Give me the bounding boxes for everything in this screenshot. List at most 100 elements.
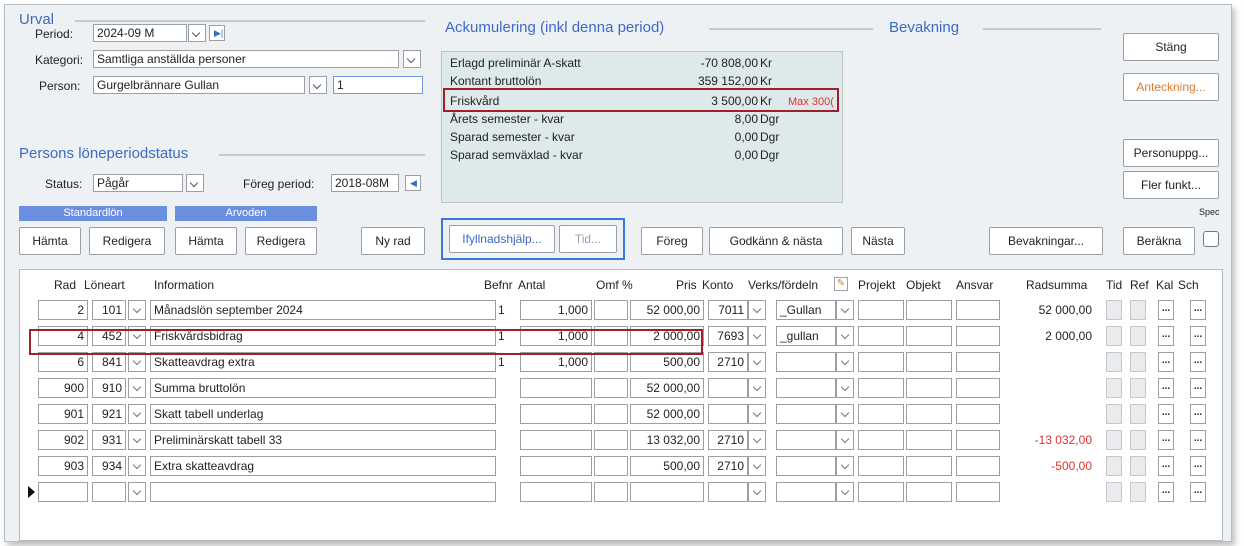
cell-tid-button[interactable] xyxy=(1106,378,1122,398)
cell-konto[interactable]: 7011 xyxy=(708,300,748,320)
cell-ansvar[interactable] xyxy=(956,404,1000,424)
cell-dropdown-chevron-icon[interactable] xyxy=(748,482,766,502)
cell-info[interactable]: Skatteavdrag extra xyxy=(150,352,496,372)
cell-tid-button[interactable] xyxy=(1106,352,1122,372)
cell-projekt[interactable] xyxy=(858,482,904,502)
status-select[interactable]: Pågår xyxy=(93,174,183,192)
cell-sch-more-button[interactable]: ... xyxy=(1190,430,1206,450)
cell-ref-button[interactable] xyxy=(1130,430,1146,450)
prev-period-back-icon[interactable]: ◀ xyxy=(405,175,421,191)
cell-pris[interactable] xyxy=(630,482,704,502)
cell-dropdown-chevron-icon[interactable] xyxy=(836,300,854,320)
cell-konto[interactable]: 2710 xyxy=(708,352,748,372)
cell-antal[interactable]: 1,000 xyxy=(520,326,592,346)
cell-ansvar[interactable] xyxy=(956,482,1000,502)
cell-verks[interactable] xyxy=(776,404,836,424)
cell-projekt[interactable] xyxy=(858,352,904,372)
cell-info[interactable] xyxy=(150,482,496,502)
cell-ansvar[interactable] xyxy=(956,326,1000,346)
cell-loneart[interactable]: 101 xyxy=(92,300,126,320)
col-loneart[interactable]: Löneart xyxy=(84,278,125,292)
kategori-dropdown-chevron-icon[interactable] xyxy=(403,50,421,68)
cell-omf[interactable] xyxy=(594,300,628,320)
cell-ref-button[interactable] xyxy=(1130,404,1146,424)
personuppg-button[interactable]: Personuppg... xyxy=(1123,139,1219,167)
prev-period-input[interactable]: 2018-08M xyxy=(331,174,399,192)
cell-info[interactable]: Summa bruttolön xyxy=(150,378,496,398)
cell-projekt[interactable] xyxy=(858,300,904,320)
cell-pris[interactable]: 500,00 xyxy=(630,352,704,372)
cell-pris[interactable]: 52 000,00 xyxy=(630,404,704,424)
foreg-button[interactable]: Föreg xyxy=(641,227,703,255)
cell-antal[interactable] xyxy=(520,482,592,502)
edit-pencil-icon[interactable]: ✎ xyxy=(834,277,848,291)
cell-ref-button[interactable] xyxy=(1130,482,1146,502)
period-select[interactable]: 2024-09 M xyxy=(93,24,187,42)
cell-dropdown-chevron-icon[interactable] xyxy=(128,352,146,372)
cell-verks[interactable] xyxy=(776,378,836,398)
cell-dropdown-chevron-icon[interactable] xyxy=(836,404,854,424)
cell-omf[interactable] xyxy=(594,326,628,346)
cell-dropdown-chevron-icon[interactable] xyxy=(128,300,146,320)
cell-antal[interactable]: 1,000 xyxy=(520,300,592,320)
cell-dropdown-chevron-icon[interactable] xyxy=(836,430,854,450)
cell-dropdown-chevron-icon[interactable] xyxy=(748,300,766,320)
cell-konto[interactable] xyxy=(708,378,748,398)
cell-dropdown-chevron-icon[interactable] xyxy=(128,482,146,502)
col-ref[interactable]: Ref xyxy=(1130,278,1149,292)
cell-dropdown-chevron-icon[interactable] xyxy=(748,404,766,424)
cell-pris[interactable]: 52 000,00 xyxy=(630,378,704,398)
tid-button[interactable]: Tid... xyxy=(559,225,617,253)
col-konto[interactable]: Konto xyxy=(702,278,733,292)
cell-objekt[interactable] xyxy=(906,404,952,424)
cell-konto[interactable]: 2710 xyxy=(708,430,748,450)
cell-ref-button[interactable] xyxy=(1130,378,1146,398)
bevakningar-button[interactable]: Bevakningar... xyxy=(989,227,1103,255)
cell-tid-button[interactable] xyxy=(1106,404,1122,424)
cell-sch-more-button[interactable]: ... xyxy=(1190,326,1206,346)
cell-projekt[interactable] xyxy=(858,404,904,424)
cell-ansvar[interactable] xyxy=(956,300,1000,320)
cell-sch-more-button[interactable]: ... xyxy=(1190,482,1206,502)
ifyllnadshjalp-button[interactable]: Ifyllnadshjälp... xyxy=(449,225,555,253)
cell-ansvar[interactable] xyxy=(956,456,1000,476)
cell-sch-more-button[interactable]: ... xyxy=(1190,404,1206,424)
cell-omf[interactable] xyxy=(594,404,628,424)
cell-loneart[interactable]: 841 xyxy=(92,352,126,372)
cell-dropdown-chevron-icon[interactable] xyxy=(748,352,766,372)
kategori-select[interactable]: Samtliga anställda personer xyxy=(93,50,399,68)
cell-sch-more-button[interactable]: ... xyxy=(1190,300,1206,320)
hamta-standardlon-button[interactable]: Hämta xyxy=(19,227,81,255)
cell-info[interactable]: Skatt tabell underlag xyxy=(150,404,496,424)
cell-projekt[interactable] xyxy=(858,326,904,346)
cell-omf[interactable] xyxy=(594,482,628,502)
cell-omf[interactable] xyxy=(594,430,628,450)
cell-tid-button[interactable] xyxy=(1106,326,1122,346)
col-rad[interactable]: Rad xyxy=(54,278,76,292)
status-dropdown-chevron-icon[interactable] xyxy=(186,174,204,192)
cell-dropdown-chevron-icon[interactable] xyxy=(748,378,766,398)
cell-pris[interactable]: 13 032,00 xyxy=(630,430,704,450)
cell-ref-button[interactable] xyxy=(1130,326,1146,346)
nasta-button[interactable]: Nästa xyxy=(851,227,905,255)
cell-loneart[interactable] xyxy=(92,482,126,502)
col-information[interactable]: Information xyxy=(154,278,214,292)
period-dropdown-chevron-icon[interactable] xyxy=(188,24,206,42)
cell-kal-more-button[interactable]: ... xyxy=(1158,404,1174,424)
cell-tid-button[interactable] xyxy=(1106,456,1122,476)
cell-verks[interactable] xyxy=(776,352,836,372)
cell-pris[interactable]: 52 000,00 xyxy=(630,300,704,320)
cell-omf[interactable] xyxy=(594,352,628,372)
cell-antal[interactable] xyxy=(520,404,592,424)
anteckning-button[interactable]: Anteckning... xyxy=(1123,73,1219,101)
cell-rad[interactable]: 900 xyxy=(38,378,88,398)
ny-rad-button[interactable]: Ny rad xyxy=(361,227,425,255)
cell-kal-more-button[interactable]: ... xyxy=(1158,482,1174,502)
cell-objekt[interactable] xyxy=(906,378,952,398)
cell-objekt[interactable] xyxy=(906,430,952,450)
cell-dropdown-chevron-icon[interactable] xyxy=(836,326,854,346)
cell-rad[interactable]: 4 xyxy=(38,326,88,346)
stang-button[interactable]: Stäng xyxy=(1123,33,1219,61)
col-omf[interactable]: Omf % xyxy=(596,278,633,292)
cell-rad[interactable]: 902 xyxy=(38,430,88,450)
